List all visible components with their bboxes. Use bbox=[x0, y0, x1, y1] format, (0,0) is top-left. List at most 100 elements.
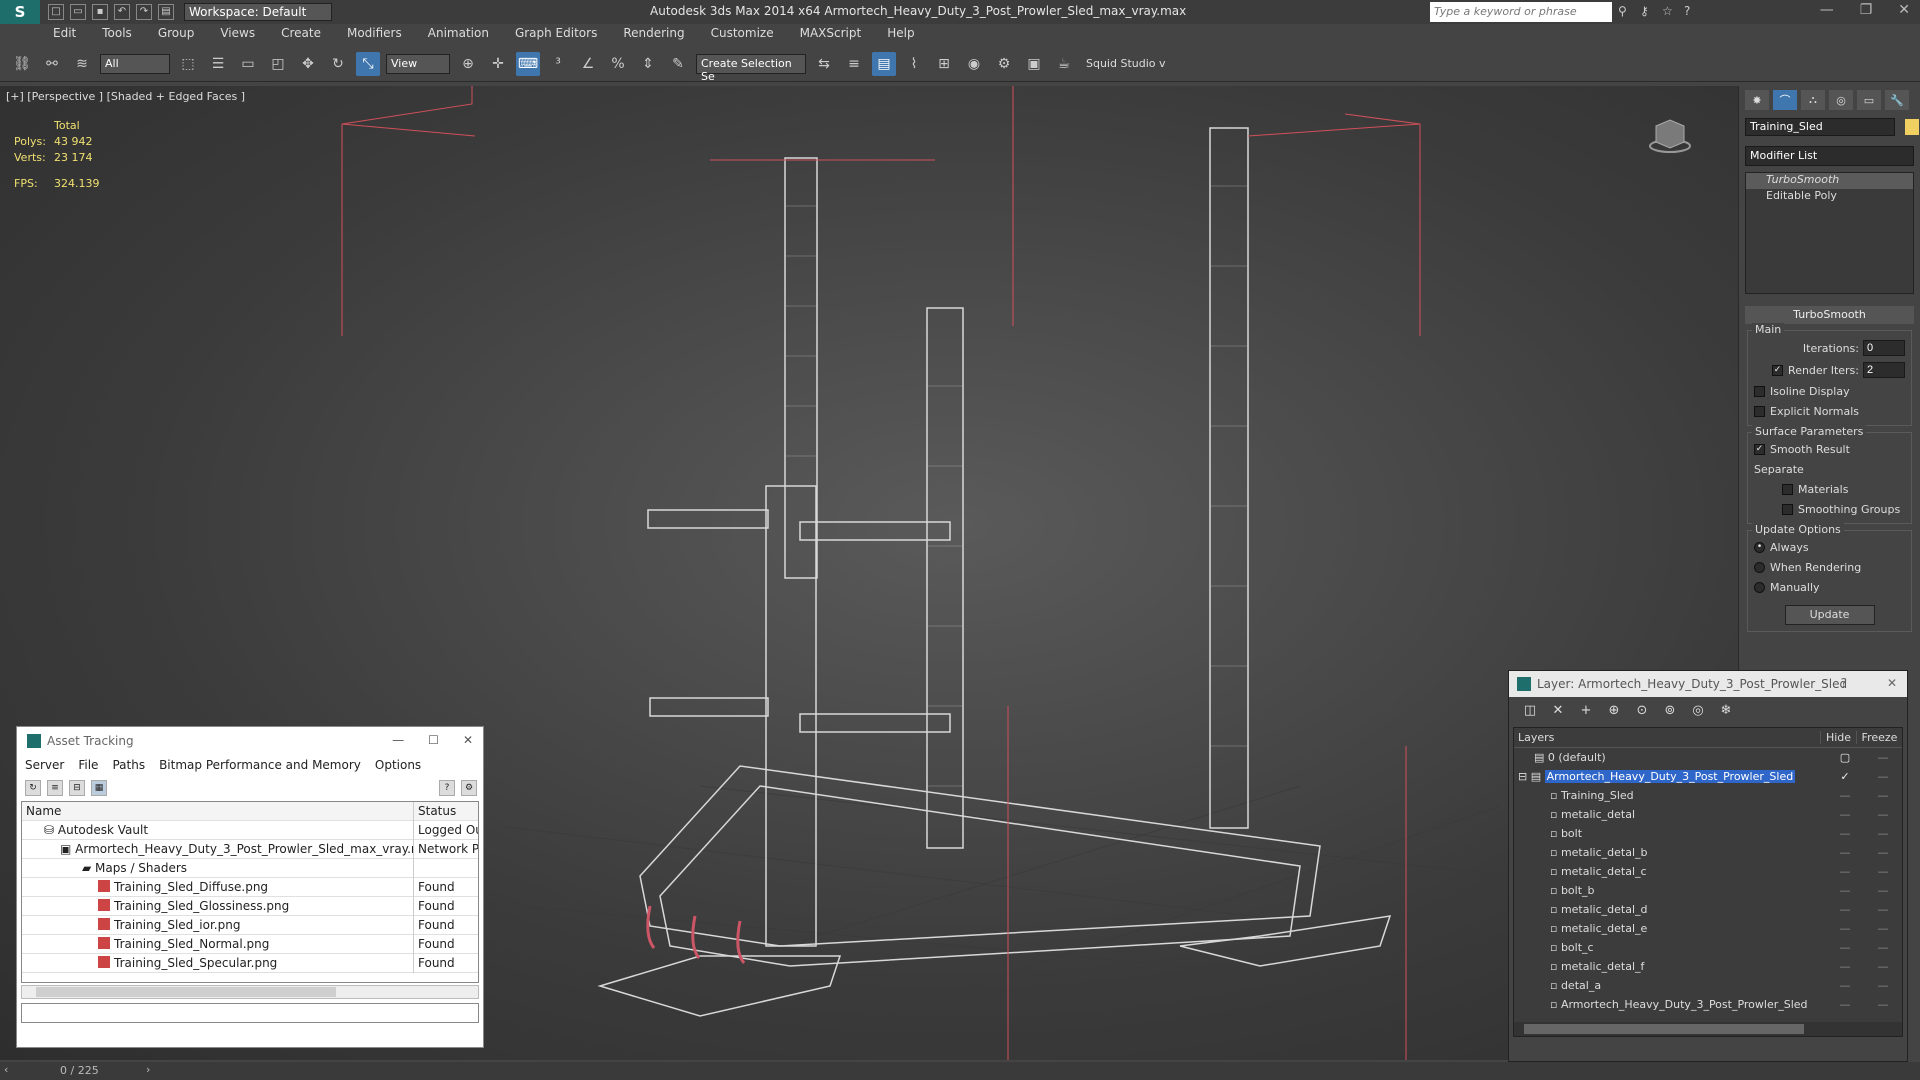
smooth-result-checkbox[interactable]: ✓ bbox=[1754, 443, 1765, 455]
asset-menu-server[interactable]: Server bbox=[25, 758, 64, 772]
menu-group[interactable]: Group bbox=[145, 24, 208, 46]
layer-help-button[interactable]: ? bbox=[1841, 676, 1847, 690]
settings-icon[interactable]: ⚙ bbox=[461, 780, 477, 796]
menu-graph-editors[interactable]: Graph Editors bbox=[502, 24, 610, 46]
new-icon[interactable]: □ bbox=[48, 4, 64, 20]
scale-icon[interactable]: ⤡ bbox=[356, 51, 380, 76]
layer-row[interactable]: ▫ metalic_detal_f — — bbox=[1514, 957, 1902, 976]
render-iters-checkbox[interactable]: ✓ bbox=[1772, 364, 1784, 376]
rendered-frame-window-icon[interactable]: ▣ bbox=[1022, 52, 1046, 76]
layer-horizontal-scrollbar[interactable] bbox=[1514, 1022, 1902, 1036]
layer-row[interactable]: ▫ metalic_detal_e — — bbox=[1514, 919, 1902, 938]
smoothing-groups-checkbox[interactable] bbox=[1782, 503, 1793, 515]
rect-selection-icon[interactable]: ▭ bbox=[236, 52, 260, 76]
manually-radio[interactable] bbox=[1754, 581, 1765, 593]
open-icon[interactable]: ▭ bbox=[70, 4, 86, 20]
select-manipulate-icon[interactable]: ✛ bbox=[486, 52, 510, 76]
update-button[interactable]: Update bbox=[1784, 605, 1875, 625]
col-name-header[interactable]: Name bbox=[22, 801, 414, 821]
layer-row[interactable]: ▫ bolt — — bbox=[1514, 824, 1902, 843]
named-selection-set-dropdown[interactable]: Create Selection Se bbox=[696, 53, 806, 83]
edit-named-selection-icon[interactable]: ✎ bbox=[666, 52, 690, 76]
help-icon[interactable]: ? bbox=[1684, 4, 1698, 18]
turbosmooth-rollout-header[interactable]: TurboSmooth bbox=[1745, 306, 1914, 324]
workspace-dropdown[interactable]: Workspace: Default bbox=[184, 3, 332, 21]
object-color-swatch[interactable] bbox=[1904, 118, 1919, 135]
table-row[interactable]: Training_Sled_Glossiness.png Found bbox=[22, 896, 478, 916]
minimize-button[interactable]: — bbox=[1820, 2, 1834, 18]
save-icon[interactable]: ▪ bbox=[92, 4, 108, 20]
layers-col-header[interactable]: Layers bbox=[1514, 731, 1820, 744]
menu-create[interactable]: Create bbox=[268, 24, 334, 46]
schematic-view-icon[interactable]: ⊞ bbox=[932, 52, 956, 76]
window-crossing-icon[interactable]: ◰ bbox=[266, 52, 290, 76]
snaps-toggle-icon[interactable]: ³ bbox=[546, 52, 570, 76]
layer-row[interactable]: ▫ Training_Sled — — bbox=[1514, 786, 1902, 805]
menu-modifiers[interactable]: Modifiers bbox=[334, 24, 415, 46]
list-view-icon[interactable]: ≡ bbox=[47, 780, 63, 796]
layer-row[interactable]: ▤ 0 (default) ▢ — bbox=[1514, 748, 1902, 767]
motion-tab-icon[interactable]: ◎ bbox=[1829, 90, 1853, 110]
bind-space-warp-icon[interactable]: ≋ bbox=[70, 52, 94, 76]
render-iters-spinner[interactable] bbox=[1863, 362, 1905, 378]
link-icon[interactable]: ⛓ bbox=[10, 52, 34, 76]
angle-snap-icon[interactable]: ∠ bbox=[576, 52, 600, 76]
delete-layer-icon[interactable]: ✕ bbox=[1549, 703, 1567, 721]
table-row[interactable]: Training_Sled_ior.png Found bbox=[22, 915, 478, 935]
asset-menu-paths[interactable]: Paths bbox=[112, 758, 145, 772]
asset-path-input[interactable] bbox=[21, 1003, 479, 1023]
spinner-snap-icon[interactable]: ⇕ bbox=[636, 52, 660, 76]
app-logo[interactable]: S bbox=[0, 0, 40, 24]
menu-rendering[interactable]: Rendering bbox=[610, 24, 697, 46]
create-layer-icon[interactable]: + bbox=[1577, 703, 1595, 721]
display-tab-icon[interactable]: ▭ bbox=[1857, 90, 1881, 110]
layer-close-button[interactable]: ✕ bbox=[1887, 676, 1897, 690]
add-selection-icon[interactable]: ⊕ bbox=[1605, 703, 1623, 721]
pivot-center-icon[interactable]: ⊕ bbox=[456, 52, 480, 76]
layer-row[interactable]: ▫ Armortech_Heavy_Duty_3_Post_Prowler_Sl… bbox=[1514, 995, 1902, 1014]
render-setup-icon[interactable]: ⚙ bbox=[992, 52, 1016, 76]
menu-maxscript[interactable]: MAXScript bbox=[787, 24, 875, 46]
rotate-icon[interactable]: ↻ bbox=[326, 52, 350, 76]
layer-row[interactable]: ▫ bolt_c — — bbox=[1514, 938, 1902, 957]
star-icon[interactable]: ☆ bbox=[1662, 4, 1676, 18]
table-view-icon[interactable]: ▦ bbox=[91, 780, 107, 796]
help-icon[interactable]: ? bbox=[439, 780, 455, 796]
highlight-layer-icon[interactable]: ⊚ bbox=[1661, 703, 1679, 721]
select-object-icon[interactable]: ⬚ bbox=[176, 52, 200, 76]
object-name-field[interactable]: Training_Sled bbox=[1745, 118, 1895, 136]
layer-row[interactable]: ▫ metalic_detal_d — — bbox=[1514, 900, 1902, 919]
select-objects-icon[interactable]: ⊙ bbox=[1633, 703, 1651, 721]
tree-view-icon[interactable]: ⊟ bbox=[69, 780, 85, 796]
modifier-list-dropdown[interactable]: Modifier List bbox=[1745, 146, 1914, 166]
layer-row[interactable]: ▫ bolt_b — — bbox=[1514, 881, 1902, 900]
always-radio[interactable]: • bbox=[1754, 541, 1765, 553]
hide-col-header[interactable]: Hide bbox=[1820, 731, 1856, 744]
layer-row[interactable]: ▫ detal_a — — bbox=[1514, 976, 1902, 995]
table-row[interactable]: ▣ Armortech_Heavy_Duty_3_Post_Prowler_Sl… bbox=[22, 839, 478, 859]
project-folder-icon[interactable]: ▤ bbox=[158, 4, 174, 20]
asset-minimize-button[interactable]: — bbox=[392, 733, 404, 747]
next-frame-icon[interactable]: › bbox=[146, 1063, 150, 1076]
table-row[interactable]: ▰ Maps / Shaders bbox=[22, 858, 478, 878]
asset-menu-file[interactable]: File bbox=[78, 758, 98, 772]
asset-menu-options[interactable]: Options bbox=[375, 758, 421, 772]
asset-close-button[interactable]: ✕ bbox=[463, 733, 473, 747]
squid-studio-label[interactable]: Squid Studio v bbox=[1086, 57, 1166, 70]
menu-animation[interactable]: Animation bbox=[415, 24, 502, 46]
stack-item-turbosmooth[interactable]: TurboSmooth bbox=[1746, 173, 1913, 189]
reference-coord-dropdown[interactable]: View bbox=[386, 53, 450, 74]
table-row[interactable]: ⛁ Autodesk Vault Logged Ou bbox=[22, 820, 478, 840]
menu-views[interactable]: Views bbox=[207, 24, 268, 46]
time-slider-bar[interactable]: ‹ 0 / 225 › bbox=[0, 1062, 1920, 1080]
hierarchy-tab-icon[interactable]: ⛬ bbox=[1801, 90, 1825, 110]
maximize-button[interactable]: ❐ bbox=[1860, 2, 1873, 18]
prev-frame-icon[interactable]: ‹ bbox=[4, 1063, 8, 1076]
help-search-input[interactable]: Type a keyword or phrase bbox=[1430, 2, 1612, 22]
when-rendering-radio[interactable] bbox=[1754, 561, 1765, 573]
hide-all-icon[interactable]: ◎ bbox=[1689, 703, 1707, 721]
modify-tab-icon[interactable]: ⌒ bbox=[1773, 90, 1797, 110]
menu-help[interactable]: Help bbox=[874, 24, 927, 46]
close-button[interactable]: ✕ bbox=[1898, 2, 1910, 18]
menu-tools[interactable]: Tools bbox=[89, 24, 145, 46]
